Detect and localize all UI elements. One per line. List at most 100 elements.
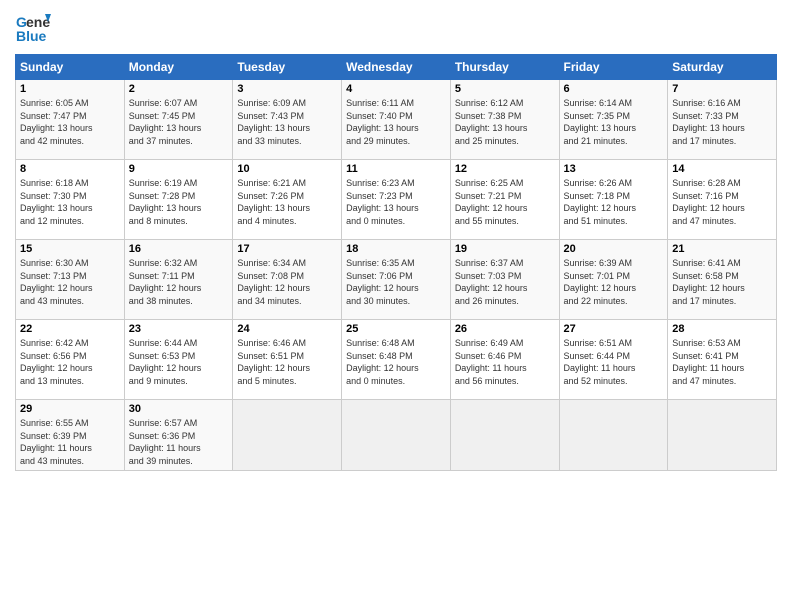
calendar-cell: 26Sunrise: 6:49 AM Sunset: 6:46 PM Dayli… xyxy=(450,320,559,400)
day-detail: Sunrise: 6:18 AM Sunset: 7:30 PM Dayligh… xyxy=(20,177,120,227)
calendar-cell: 1 Sunrise: 6:05 AM Sunset: 7:47 PM Daylig… xyxy=(16,80,125,160)
day-detail: Sunrise: 6:16 AM Sunset: 7:33 PM Dayligh… xyxy=(672,97,772,147)
day-number: 5 xyxy=(455,83,555,95)
calendar-cell: 10 Sunrise: 6:21 AM Sunset: 7:26 PM Dayli… xyxy=(233,160,342,240)
weekday-header-row: SundayMondayTuesdayWednesdayThursdayFrid… xyxy=(16,55,777,80)
day-detail: Sunrise: 6:37 AM Sunset: 7:03 PM Dayligh… xyxy=(455,257,555,307)
calendar-cell: 22 Sunrise: 6:42 AM Sunset: 6:56 PM Dayli… xyxy=(16,320,125,400)
day-detail: Sunrise: 6:49 AM Sunset: 6:46 PM Dayligh… xyxy=(455,337,555,387)
calendar-cell xyxy=(342,400,451,471)
day-detail: Sunrise: 6:42 AM Sunset: 6:56 PM Dayligh… xyxy=(20,337,120,387)
day-detail: Sunrise: 6:57 AM Sunset: 6:36 PM Dayligh… xyxy=(129,417,229,467)
day-number: 11 xyxy=(346,163,446,175)
weekday-header-tuesday: Tuesday xyxy=(233,55,342,80)
day-detail: Sunrise: 6:09 AM Sunset: 7:43 PM Dayligh… xyxy=(237,97,337,147)
logo: G eneral Blue xyxy=(15,10,55,46)
day-detail: Sunrise: 6:28 AM Sunset: 7:16 PM Dayligh… xyxy=(672,177,772,227)
calendar-week-row: 8 Sunrise: 6:18 AM Sunset: 7:30 PM Daylig… xyxy=(16,160,777,240)
calendar-cell: 19 Sunrise: 6:37 AM Sunset: 7:03 PM Dayli… xyxy=(450,240,559,320)
logo-shape: G eneral Blue xyxy=(15,10,51,46)
day-detail: Sunrise: 6:21 AM Sunset: 7:26 PM Dayligh… xyxy=(237,177,337,227)
day-detail: Sunrise: 6:44 AM Sunset: 6:53 PM Dayligh… xyxy=(129,337,229,387)
calendar-cell: 18 Sunrise: 6:35 AM Sunset: 7:06 PM Dayli… xyxy=(342,240,451,320)
calendar-cell: 30 Sunrise: 6:57 AM Sunset: 6:36 PM Dayli… xyxy=(124,400,233,471)
day-number: 7 xyxy=(672,83,772,95)
day-number: 30 xyxy=(129,403,229,415)
day-number: 4 xyxy=(346,83,446,95)
calendar-cell: 12Sunrise: 6:25 AM Sunset: 7:21 PM Dayli… xyxy=(450,160,559,240)
calendar-cell: 20 Sunrise: 6:39 AM Sunset: 7:01 PM Dayli… xyxy=(559,240,668,320)
calendar-cell: 23 Sunrise: 6:44 AM Sunset: 6:53 PM Dayli… xyxy=(124,320,233,400)
day-detail: Sunrise: 6:46 AM Sunset: 6:51 PM Dayligh… xyxy=(237,337,337,387)
day-detail: Sunrise: 6:41 AM Sunset: 6:58 PM Dayligh… xyxy=(672,257,772,307)
day-detail: Sunrise: 6:05 AM Sunset: 7:47 PM Dayligh… xyxy=(20,97,120,147)
day-number: 6 xyxy=(564,83,664,95)
day-number: 19 xyxy=(455,243,555,255)
calendar-cell xyxy=(559,400,668,471)
calendar-cell xyxy=(668,400,777,471)
day-number: 3 xyxy=(237,83,337,95)
calendar-cell xyxy=(450,400,559,471)
calendar-cell: 2Sunrise: 6:07 AM Sunset: 7:45 PM Daylig… xyxy=(124,80,233,160)
day-detail: Sunrise: 6:51 AM Sunset: 6:44 PM Dayligh… xyxy=(564,337,664,387)
day-number: 23 xyxy=(129,323,229,335)
day-number: 21 xyxy=(672,243,772,255)
day-number: 8 xyxy=(20,163,120,175)
day-number: 28 xyxy=(672,323,772,335)
day-number: 25 xyxy=(346,323,446,335)
calendar-cell: 29 Sunrise: 6:55 AM Sunset: 6:39 PM Dayli… xyxy=(16,400,125,471)
day-number: 1 xyxy=(20,83,120,95)
calendar-cell: 15Sunrise: 6:30 AM Sunset: 7:13 PM Dayli… xyxy=(16,240,125,320)
weekday-header-friday: Friday xyxy=(559,55,668,80)
day-number: 16 xyxy=(129,243,229,255)
calendar-cell xyxy=(233,400,342,471)
day-number: 2 xyxy=(129,83,229,95)
day-number: 13 xyxy=(564,163,664,175)
svg-text:Blue: Blue xyxy=(16,28,47,44)
calendar-cell: 6 Sunrise: 6:14 AM Sunset: 7:35 PM Daylig… xyxy=(559,80,668,160)
day-number: 10 xyxy=(237,163,337,175)
day-detail: Sunrise: 6:39 AM Sunset: 7:01 PM Dayligh… xyxy=(564,257,664,307)
day-number: 12 xyxy=(455,163,555,175)
day-detail: Sunrise: 6:35 AM Sunset: 7:06 PM Dayligh… xyxy=(346,257,446,307)
day-number: 14 xyxy=(672,163,772,175)
calendar-week-row: 29 Sunrise: 6:55 AM Sunset: 6:39 PM Dayli… xyxy=(16,400,777,471)
calendar-cell: 16Sunrise: 6:32 AM Sunset: 7:11 PM Dayli… xyxy=(124,240,233,320)
day-detail: Sunrise: 6:11 AM Sunset: 7:40 PM Dayligh… xyxy=(346,97,446,147)
calendar-cell: 25 Sunrise: 6:48 AM Sunset: 6:48 PM Dayli… xyxy=(342,320,451,400)
day-number: 17 xyxy=(237,243,337,255)
calendar-cell: 21 Sunrise: 6:41 AM Sunset: 6:58 PM Dayli… xyxy=(668,240,777,320)
day-detail: Sunrise: 6:12 AM Sunset: 7:38 PM Dayligh… xyxy=(455,97,555,147)
weekday-header-sunday: Sunday xyxy=(16,55,125,80)
day-detail: Sunrise: 6:23 AM Sunset: 7:23 PM Dayligh… xyxy=(346,177,446,227)
day-number: 27 xyxy=(564,323,664,335)
day-number: 18 xyxy=(346,243,446,255)
calendar-week-row: 1 Sunrise: 6:05 AM Sunset: 7:47 PM Daylig… xyxy=(16,80,777,160)
calendar-cell: 7 Sunrise: 6:16 AM Sunset: 7:33 PM Daylig… xyxy=(668,80,777,160)
weekday-header-wednesday: Wednesday xyxy=(342,55,451,80)
day-detail: Sunrise: 6:53 AM Sunset: 6:41 PM Dayligh… xyxy=(672,337,772,387)
calendar-cell: 9Sunrise: 6:19 AM Sunset: 7:28 PM Daylig… xyxy=(124,160,233,240)
day-detail: Sunrise: 6:30 AM Sunset: 7:13 PM Dayligh… xyxy=(20,257,120,307)
calendar-table: SundayMondayTuesdayWednesdayThursdayFrid… xyxy=(15,54,777,471)
calendar-cell: 17 Sunrise: 6:34 AM Sunset: 7:08 PM Dayli… xyxy=(233,240,342,320)
day-number: 20 xyxy=(564,243,664,255)
calendar-cell: 14 Sunrise: 6:28 AM Sunset: 7:16 PM Dayli… xyxy=(668,160,777,240)
day-detail: Sunrise: 6:34 AM Sunset: 7:08 PM Dayligh… xyxy=(237,257,337,307)
header-area: G eneral Blue xyxy=(15,10,777,46)
day-detail: Sunrise: 6:48 AM Sunset: 6:48 PM Dayligh… xyxy=(346,337,446,387)
day-number: 22 xyxy=(20,323,120,335)
logo-svg: G eneral Blue xyxy=(15,10,51,46)
calendar-cell: 3 Sunrise: 6:09 AM Sunset: 7:43 PM Daylig… xyxy=(233,80,342,160)
day-detail: Sunrise: 6:26 AM Sunset: 7:18 PM Dayligh… xyxy=(564,177,664,227)
day-number: 24 xyxy=(237,323,337,335)
calendar-cell: 24 Sunrise: 6:46 AM Sunset: 6:51 PM Dayli… xyxy=(233,320,342,400)
calendar-week-row: 15Sunrise: 6:30 AM Sunset: 7:13 PM Dayli… xyxy=(16,240,777,320)
day-number: 29 xyxy=(20,403,120,415)
day-detail: Sunrise: 6:19 AM Sunset: 7:28 PM Dayligh… xyxy=(129,177,229,227)
day-detail: Sunrise: 6:14 AM Sunset: 7:35 PM Dayligh… xyxy=(564,97,664,147)
day-detail: Sunrise: 6:55 AM Sunset: 6:39 PM Dayligh… xyxy=(20,417,120,467)
weekday-header-monday: Monday xyxy=(124,55,233,80)
calendar-cell: 4 Sunrise: 6:11 AM Sunset: 7:40 PM Daylig… xyxy=(342,80,451,160)
calendar-cell: 27 Sunrise: 6:51 AM Sunset: 6:44 PM Dayli… xyxy=(559,320,668,400)
